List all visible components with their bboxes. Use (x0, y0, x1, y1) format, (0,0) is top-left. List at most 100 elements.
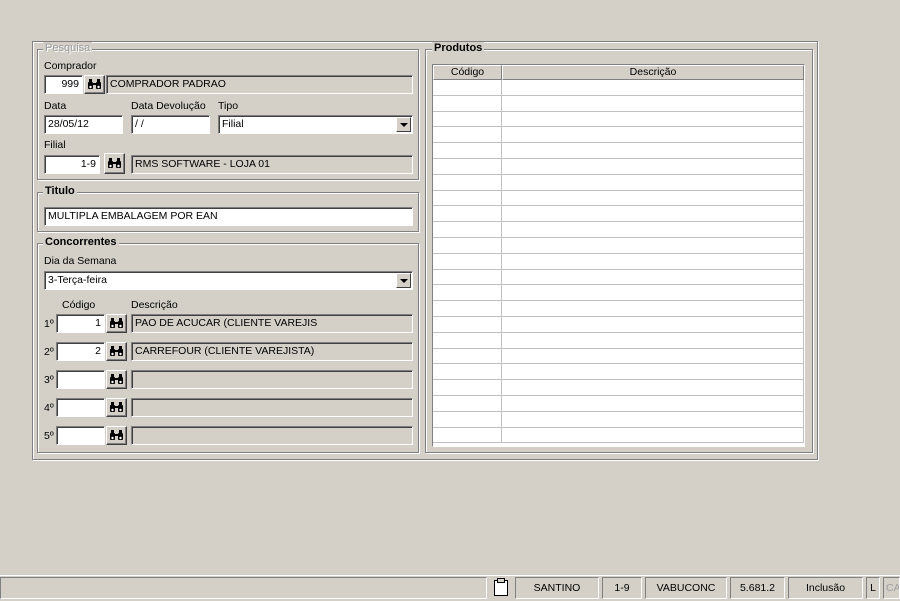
concorrente-lookup-button[interactable] (106, 314, 127, 333)
produtos-cell-codigo[interactable] (433, 80, 502, 96)
produtos-grid-row[interactable] (433, 222, 804, 238)
produtos-cell-codigo[interactable] (433, 348, 502, 365)
produtos-cell-codigo[interactable] (433, 253, 502, 270)
produtos-cell-descricao[interactable] (502, 190, 804, 207)
produtos-grid-row[interactable] (433, 127, 804, 144)
produtos-cell-codigo[interactable] (433, 190, 502, 207)
concorrente-code-field[interactable] (56, 370, 105, 389)
devolucao-field[interactable]: / / (131, 115, 210, 134)
produtos-cell-descricao[interactable] (502, 332, 804, 349)
filial-code-field[interactable]: 1-9 (44, 155, 100, 174)
produtos-grid-row[interactable] (433, 253, 804, 270)
concorrente-code-field[interactable]: 2 (56, 342, 105, 361)
tipo-select[interactable]: Filial (218, 115, 413, 134)
produtos-cell-codigo[interactable] (433, 222, 502, 238)
titulo-field[interactable]: MULTIPLA EMBALAGEM POR EAN (44, 207, 413, 226)
produtos-grid-row[interactable] (433, 332, 804, 349)
produtos-cell-codigo[interactable] (433, 332, 502, 349)
comprador-code-field[interactable]: 999 (44, 75, 83, 94)
produtos-cell-codigo[interactable] (433, 95, 502, 112)
produtos-grid-row[interactable] (433, 301, 804, 317)
produtos-cell-descricao[interactable] (502, 316, 804, 333)
produtos-cell-codigo[interactable] (433, 395, 502, 412)
produtos-cell-descricao[interactable] (502, 301, 804, 317)
concorrente-code-field[interactable] (56, 426, 105, 445)
produtos-grid-row[interactable] (433, 95, 804, 112)
produtos-cell-codigo[interactable] (433, 143, 502, 159)
produtos-cell-codigo[interactable] (433, 380, 502, 396)
produtos-cell-codigo[interactable] (433, 411, 502, 428)
dia-semana-dropdown-button[interactable] (396, 273, 411, 288)
produtos-cell-codigo[interactable] (433, 316, 502, 333)
produtos-grid-row[interactable] (433, 80, 804, 96)
produtos-grid-row[interactable] (433, 111, 804, 128)
concorrente-name-field (131, 398, 413, 417)
produtos-cell-descricao[interactable] (502, 95, 804, 112)
produtos-cell-descricao[interactable] (502, 269, 804, 286)
filial-lookup-button[interactable] (104, 153, 125, 174)
produtos-grid-header: Código Descrição (433, 65, 804, 80)
concorrente-lookup-button[interactable] (106, 342, 127, 361)
produtos-grid-row[interactable] (433, 316, 804, 333)
tipo-dropdown-button[interactable] (396, 117, 411, 132)
dia-semana-select[interactable]: 3-Terça-feira (44, 271, 413, 290)
concorrente-name-field: CARREFOUR (CLIENTE VAREJISTA) (131, 342, 413, 361)
produtos-cell-codigo[interactable] (433, 427, 502, 444)
produtos-cell-descricao[interactable] (502, 111, 804, 128)
produtos-grid-row[interactable] (433, 411, 804, 428)
produtos-grid-row[interactable] (433, 395, 804, 412)
produtos-cell-codigo[interactable] (433, 174, 502, 191)
produtos-cell-descricao[interactable] (502, 364, 804, 381)
produtos-cell-descricao[interactable] (502, 285, 804, 302)
produtos-grid-row[interactable] (433, 427, 804, 444)
produtos-cell-descricao[interactable] (502, 395, 804, 412)
concorrente-lookup-button[interactable] (106, 370, 127, 389)
status-version: 5.681.2 (730, 577, 785, 599)
produtos-cell-codigo[interactable] (433, 237, 502, 254)
produtos-grid[interactable]: Código Descrição (432, 64, 805, 447)
produtos-cell-descricao[interactable] (502, 253, 804, 270)
produtos-cell-codigo[interactable] (433, 285, 502, 302)
concorrente-lookup-button[interactable] (106, 426, 127, 445)
produtos-cell-descricao[interactable] (502, 411, 804, 428)
produtos-cell-codigo[interactable] (433, 301, 502, 317)
produtos-grid-row[interactable] (433, 348, 804, 365)
produtos-cell-descricao[interactable] (502, 174, 804, 191)
produtos-cell-codigo[interactable] (433, 111, 502, 128)
produtos-cell-descricao[interactable] (502, 143, 804, 159)
comprador-lookup-button[interactable] (84, 75, 105, 94)
concorrente-lookup-button[interactable] (106, 398, 127, 417)
produtos-cell-descricao[interactable] (502, 237, 804, 254)
produtos-grid-row[interactable] (433, 380, 804, 396)
produtos-grid-row[interactable] (433, 364, 804, 381)
clipboard-button[interactable] (490, 576, 512, 598)
produtos-col-codigo[interactable]: Código (433, 65, 502, 80)
concorrente-code-field[interactable] (56, 398, 105, 417)
produtos-cell-descricao[interactable] (502, 127, 804, 144)
produtos-cell-descricao[interactable] (502, 80, 804, 96)
produtos-col-descricao[interactable]: Descrição (502, 65, 804, 80)
produtos-cell-codigo[interactable] (433, 364, 502, 381)
produtos-grid-row[interactable] (433, 190, 804, 207)
produtos-grid-row[interactable] (433, 158, 804, 175)
concorrente-code-field[interactable]: 1 (56, 314, 105, 333)
produtos-cell-descricao[interactable] (502, 380, 804, 396)
produtos-grid-row[interactable] (433, 237, 804, 254)
produtos-cell-descricao[interactable] (502, 206, 804, 223)
produtos-cell-codigo[interactable] (433, 206, 502, 223)
produtos-grid-row[interactable] (433, 174, 804, 191)
produtos-cell-descricao[interactable] (502, 427, 804, 444)
produtos-cell-descricao[interactable] (502, 158, 804, 175)
produtos-cell-codigo[interactable] (433, 158, 502, 175)
data-field[interactable]: 28/05/12 (44, 115, 123, 134)
produtos-cell-codigo[interactable] (433, 127, 502, 144)
produtos-cell-descricao[interactable] (502, 348, 804, 365)
produtos-cell-descricao[interactable] (502, 222, 804, 238)
produtos-cell-codigo[interactable] (433, 269, 502, 286)
produtos-grid-row[interactable] (433, 285, 804, 302)
tipo-select-value: Filial (222, 118, 244, 130)
produtos-grid-row[interactable] (433, 206, 804, 223)
binoculars-icon (110, 318, 123, 328)
produtos-grid-row[interactable] (433, 143, 804, 159)
produtos-grid-row[interactable] (433, 269, 804, 286)
